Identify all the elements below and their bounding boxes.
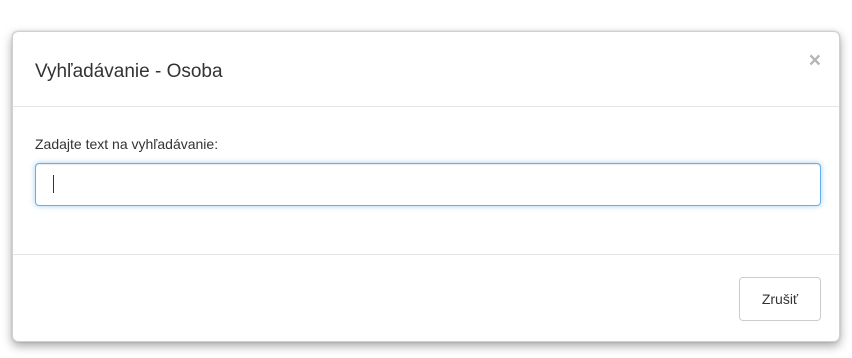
dialog-footer: Zrušiť <box>13 255 839 343</box>
dialog-header: Vyhľadávanie - Osoba × <box>13 32 839 107</box>
cancel-button[interactable]: Zrušiť <box>739 277 821 321</box>
search-dialog: Vyhľadávanie - Osoba × Zadajte text na v… <box>12 31 840 342</box>
text-caret <box>53 175 54 193</box>
search-input[interactable] <box>35 163 821 206</box>
search-label: Zadajte text na vyhľadávanie: <box>35 136 219 152</box>
dialog-title: Vyhľadávanie - Osoba <box>35 61 223 82</box>
dialog-body: Zadajte text na vyhľadávanie: <box>13 107 839 255</box>
close-icon[interactable]: × <box>809 50 821 71</box>
